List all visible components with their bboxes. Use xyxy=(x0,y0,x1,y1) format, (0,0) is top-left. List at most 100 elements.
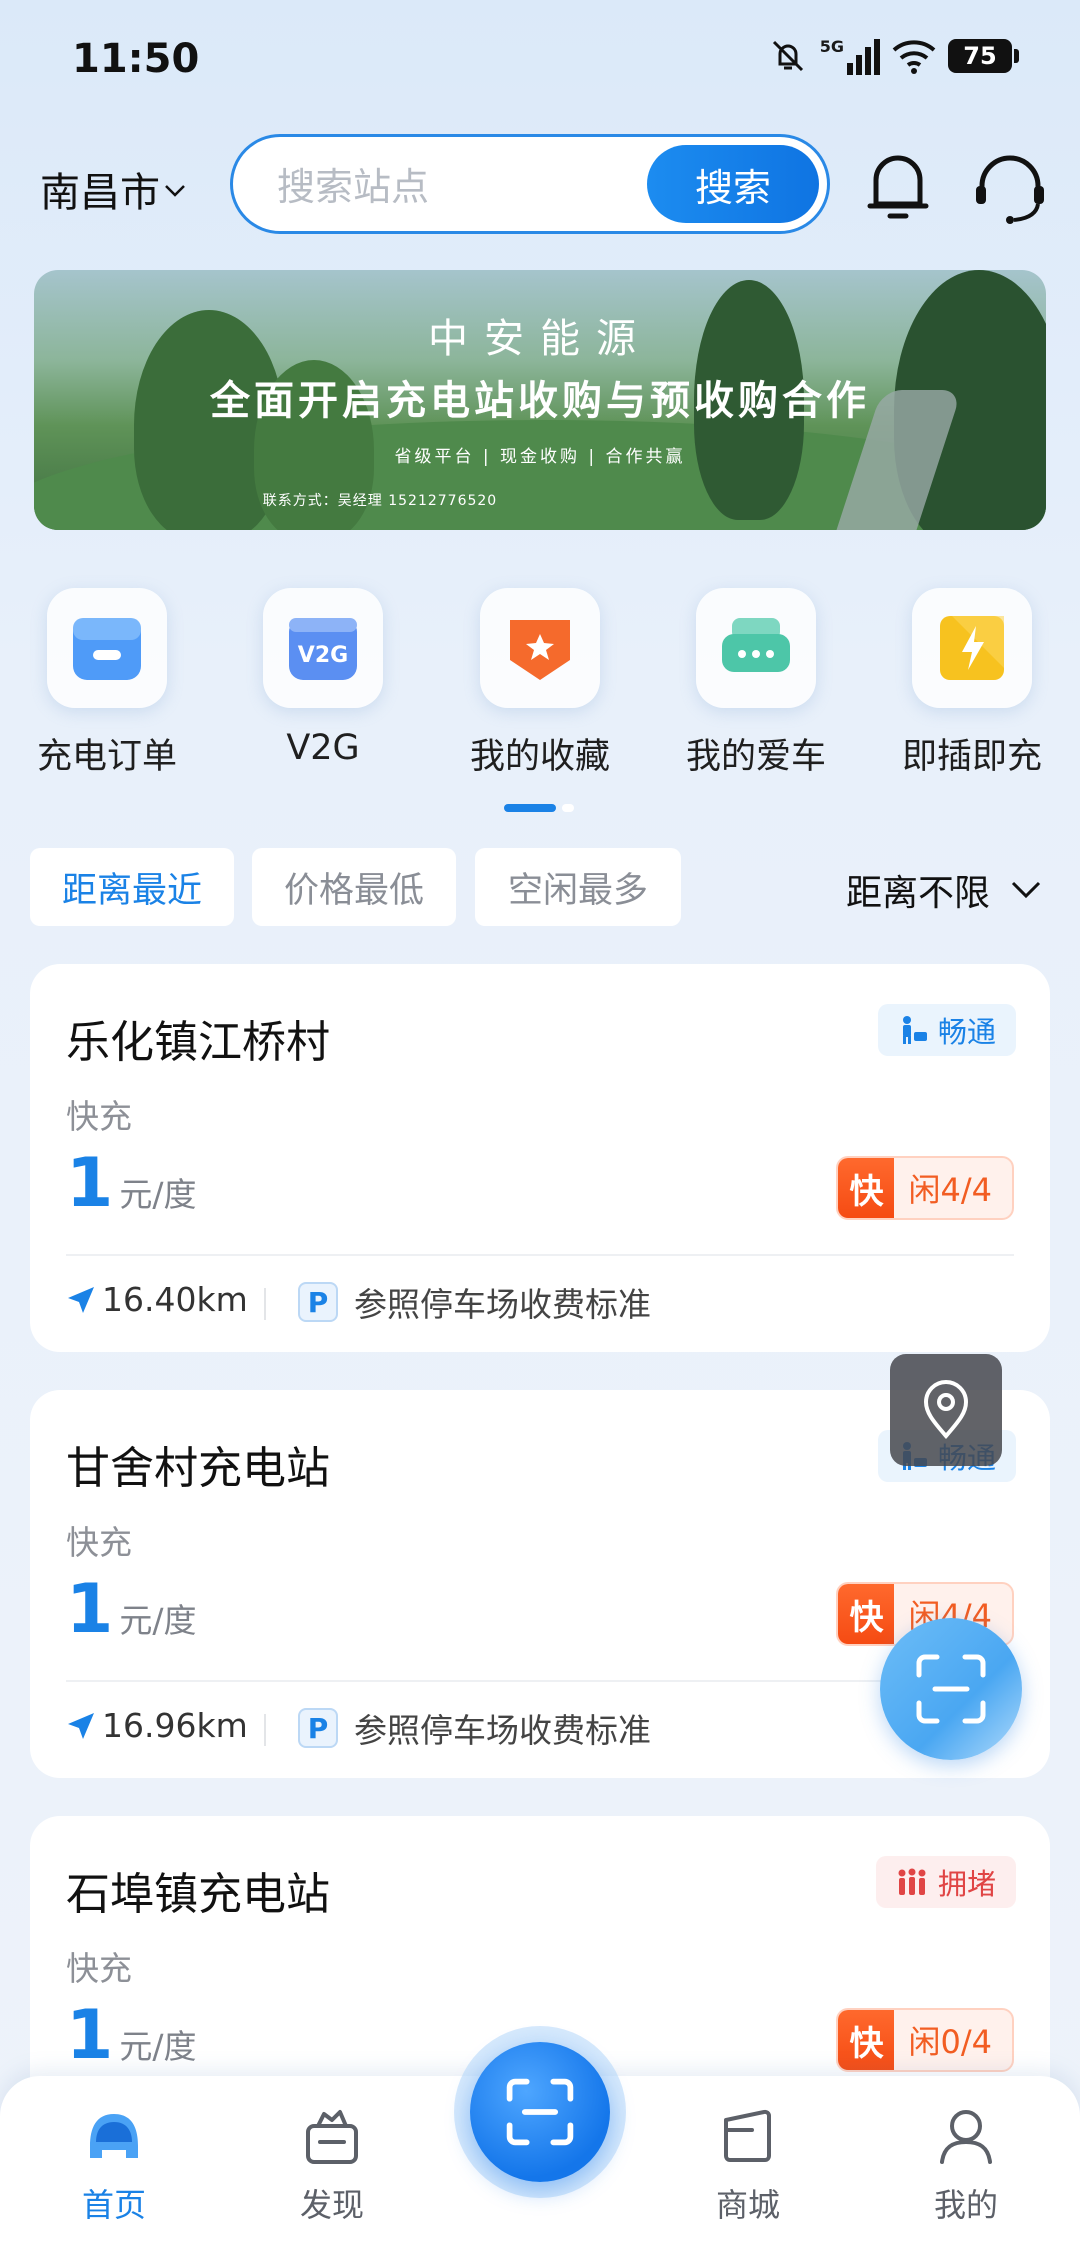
charge-type: 快充 xyxy=(66,1523,132,1562)
traffic-smooth-icon xyxy=(902,1016,927,1044)
favorite-icon xyxy=(480,588,600,708)
quick-menu: 充电订单 V2G V2G 我的收藏 我的爱车 即插即充 xyxy=(0,588,1080,778)
mute-notification-icon xyxy=(772,40,803,72)
price: 1 元/度 xyxy=(66,1996,196,2075)
city-selector[interactable]: 南昌市 xyxy=(40,160,186,218)
location-pin-icon xyxy=(923,1380,969,1440)
station-name: 乐化镇江桥村 xyxy=(66,1017,330,1068)
chevron-down-icon xyxy=(1011,881,1041,899)
battery-icon: 75 xyxy=(948,39,1019,73)
distance-dropdown-label: 距离不限 xyxy=(845,873,990,914)
order-icon xyxy=(47,588,167,708)
map-location-button[interactable] xyxy=(890,1354,1002,1466)
floating-scan-button[interactable] xyxy=(880,1618,1022,1760)
shop-icon xyxy=(668,2102,828,2170)
price: 1 元/度 xyxy=(66,1570,196,1649)
price-unit: 元/度 xyxy=(119,2027,197,2066)
car-icon xyxy=(696,588,816,708)
traffic-badge: 拥堵 xyxy=(875,1856,1016,1908)
nav-home[interactable]: 首页 xyxy=(34,2102,194,2226)
charge-type: 快充 xyxy=(66,1097,132,1136)
price-value: 1 xyxy=(66,1570,114,1649)
pager-active-dot xyxy=(504,804,556,812)
filter-cheapest[interactable]: 价格最低 xyxy=(252,848,456,926)
price-unit: 元/度 xyxy=(119,1601,197,1640)
filter-nearest[interactable]: 距离最近 xyxy=(30,848,234,926)
nav-discover[interactable]: 发现 xyxy=(252,2102,412,2226)
search-bar: 搜索 xyxy=(230,134,830,234)
nav-label: 我的 xyxy=(933,2186,998,2224)
divider xyxy=(66,1680,1014,1682)
separator xyxy=(264,1714,266,1746)
promo-banner[interactable]: 中安能源 全面开启充电站收购与预收购合作 省级平台 | 现金收购 | 合作共赢 … xyxy=(34,270,1046,530)
distance: 16.96km xyxy=(66,1706,248,1745)
traffic-label: 拥堵 xyxy=(937,1867,996,1901)
parking-info: P 参照停车场收费标准 xyxy=(298,1278,651,1326)
distance-value: 16.96km xyxy=(102,1706,248,1745)
city-label: 南昌市 xyxy=(40,170,160,216)
sort-filters: 距离最近 价格最低 空闲最多 距离不限 xyxy=(0,848,1080,928)
nav-profile[interactable]: 我的 xyxy=(886,2102,1046,2226)
nav-label: 首页 xyxy=(81,2186,146,2224)
quick-menu-v2g[interactable]: V2G V2G xyxy=(223,588,423,768)
parking-text: 参照停车场收费标准 xyxy=(354,1711,651,1750)
status-time: 11:50 xyxy=(72,36,200,82)
home-car-icon xyxy=(34,2102,194,2170)
separator xyxy=(264,1288,266,1320)
search-input[interactable] xyxy=(277,165,607,209)
quick-menu-label: 即插即充 xyxy=(901,737,1042,777)
free-count: 闲0/4 xyxy=(908,2023,992,2061)
scan-icon xyxy=(506,2078,574,2146)
distance-dropdown[interactable]: 距离不限 xyxy=(846,864,1042,916)
banner-tagline: 省级平台 | 现金收购 | 合作共赢 xyxy=(394,447,686,467)
price-value: 1 xyxy=(66,1996,114,2075)
plug-charge-icon xyxy=(912,588,1032,708)
charge-type: 快充 xyxy=(66,1949,132,1988)
nav-scan-button[interactable] xyxy=(470,2042,610,2182)
banner-contact: 联系方式：吴经理 15212776520 xyxy=(262,493,498,509)
parking-icon: P xyxy=(298,1708,338,1748)
battery-level: 75 xyxy=(963,42,997,70)
profile-icon xyxy=(886,2102,1046,2170)
svg-text:V2G: V2G xyxy=(298,643,348,668)
price-unit: 元/度 xyxy=(119,1175,197,1214)
parking-info: P 参照停车场收费标准 xyxy=(298,1704,651,1752)
quick-menu-charge-orders[interactable]: 充电订单 xyxy=(7,588,207,779)
quick-menu-favorites[interactable]: 我的收藏 xyxy=(440,588,640,779)
free-count: 闲4/4 xyxy=(908,1171,992,1209)
customer-service-icon[interactable] xyxy=(970,148,1050,228)
quick-menu-label: 我的爱车 xyxy=(685,737,826,777)
quick-menu-label: V2G xyxy=(286,728,360,768)
v2g-icon: V2G xyxy=(263,588,383,708)
pager-dot[interactable] xyxy=(562,804,574,812)
fast-charge-tag: 快 xyxy=(838,2010,895,2070)
status-icons: 5G 75 xyxy=(768,36,1019,76)
status-bar: 11:50 5G 75 xyxy=(0,0,1080,120)
quick-menu-label: 我的收藏 xyxy=(469,737,610,777)
nav-shop[interactable]: 商城 xyxy=(668,2102,828,2226)
search-button[interactable]: 搜索 xyxy=(647,145,819,223)
price-value: 1 xyxy=(66,1144,114,1223)
distance-value: 16.40km xyxy=(102,1280,248,1319)
menu-pager xyxy=(504,804,576,812)
discover-icon xyxy=(252,2102,412,2170)
header: 南昌市 搜索 xyxy=(0,134,1080,234)
chevron-down-icon xyxy=(165,185,185,197)
nav-label: 商城 xyxy=(715,2186,780,2224)
navigate-arrow-icon xyxy=(68,1712,94,1739)
scan-icon xyxy=(916,1654,986,1724)
distance: 16.40km xyxy=(66,1280,248,1319)
parking-icon: P xyxy=(298,1282,338,1322)
quick-menu-my-car[interactable]: 我的爱车 xyxy=(656,588,856,779)
network-5g-icon: 5G xyxy=(820,37,880,75)
nav-label: 发现 xyxy=(299,2186,364,2224)
bell-icon[interactable] xyxy=(862,146,934,226)
quick-menu-plug-and-charge[interactable]: 即插即充 xyxy=(872,588,1072,779)
banner-title: 中安能源 xyxy=(428,316,652,362)
station-name: 甘舍村充电站 xyxy=(66,1443,330,1494)
charger-availability: 快 闲4/4 xyxy=(836,1156,1014,1220)
station-card[interactable]: 乐化镇江桥村 畅通 快充 1 元/度 快 闲4/4 16.40km P 参照停车… xyxy=(30,964,1050,1352)
charger-availability: 快 闲0/4 xyxy=(836,2008,1014,2072)
filter-most-available[interactable]: 空闲最多 xyxy=(475,848,681,926)
wifi-icon xyxy=(892,40,936,74)
